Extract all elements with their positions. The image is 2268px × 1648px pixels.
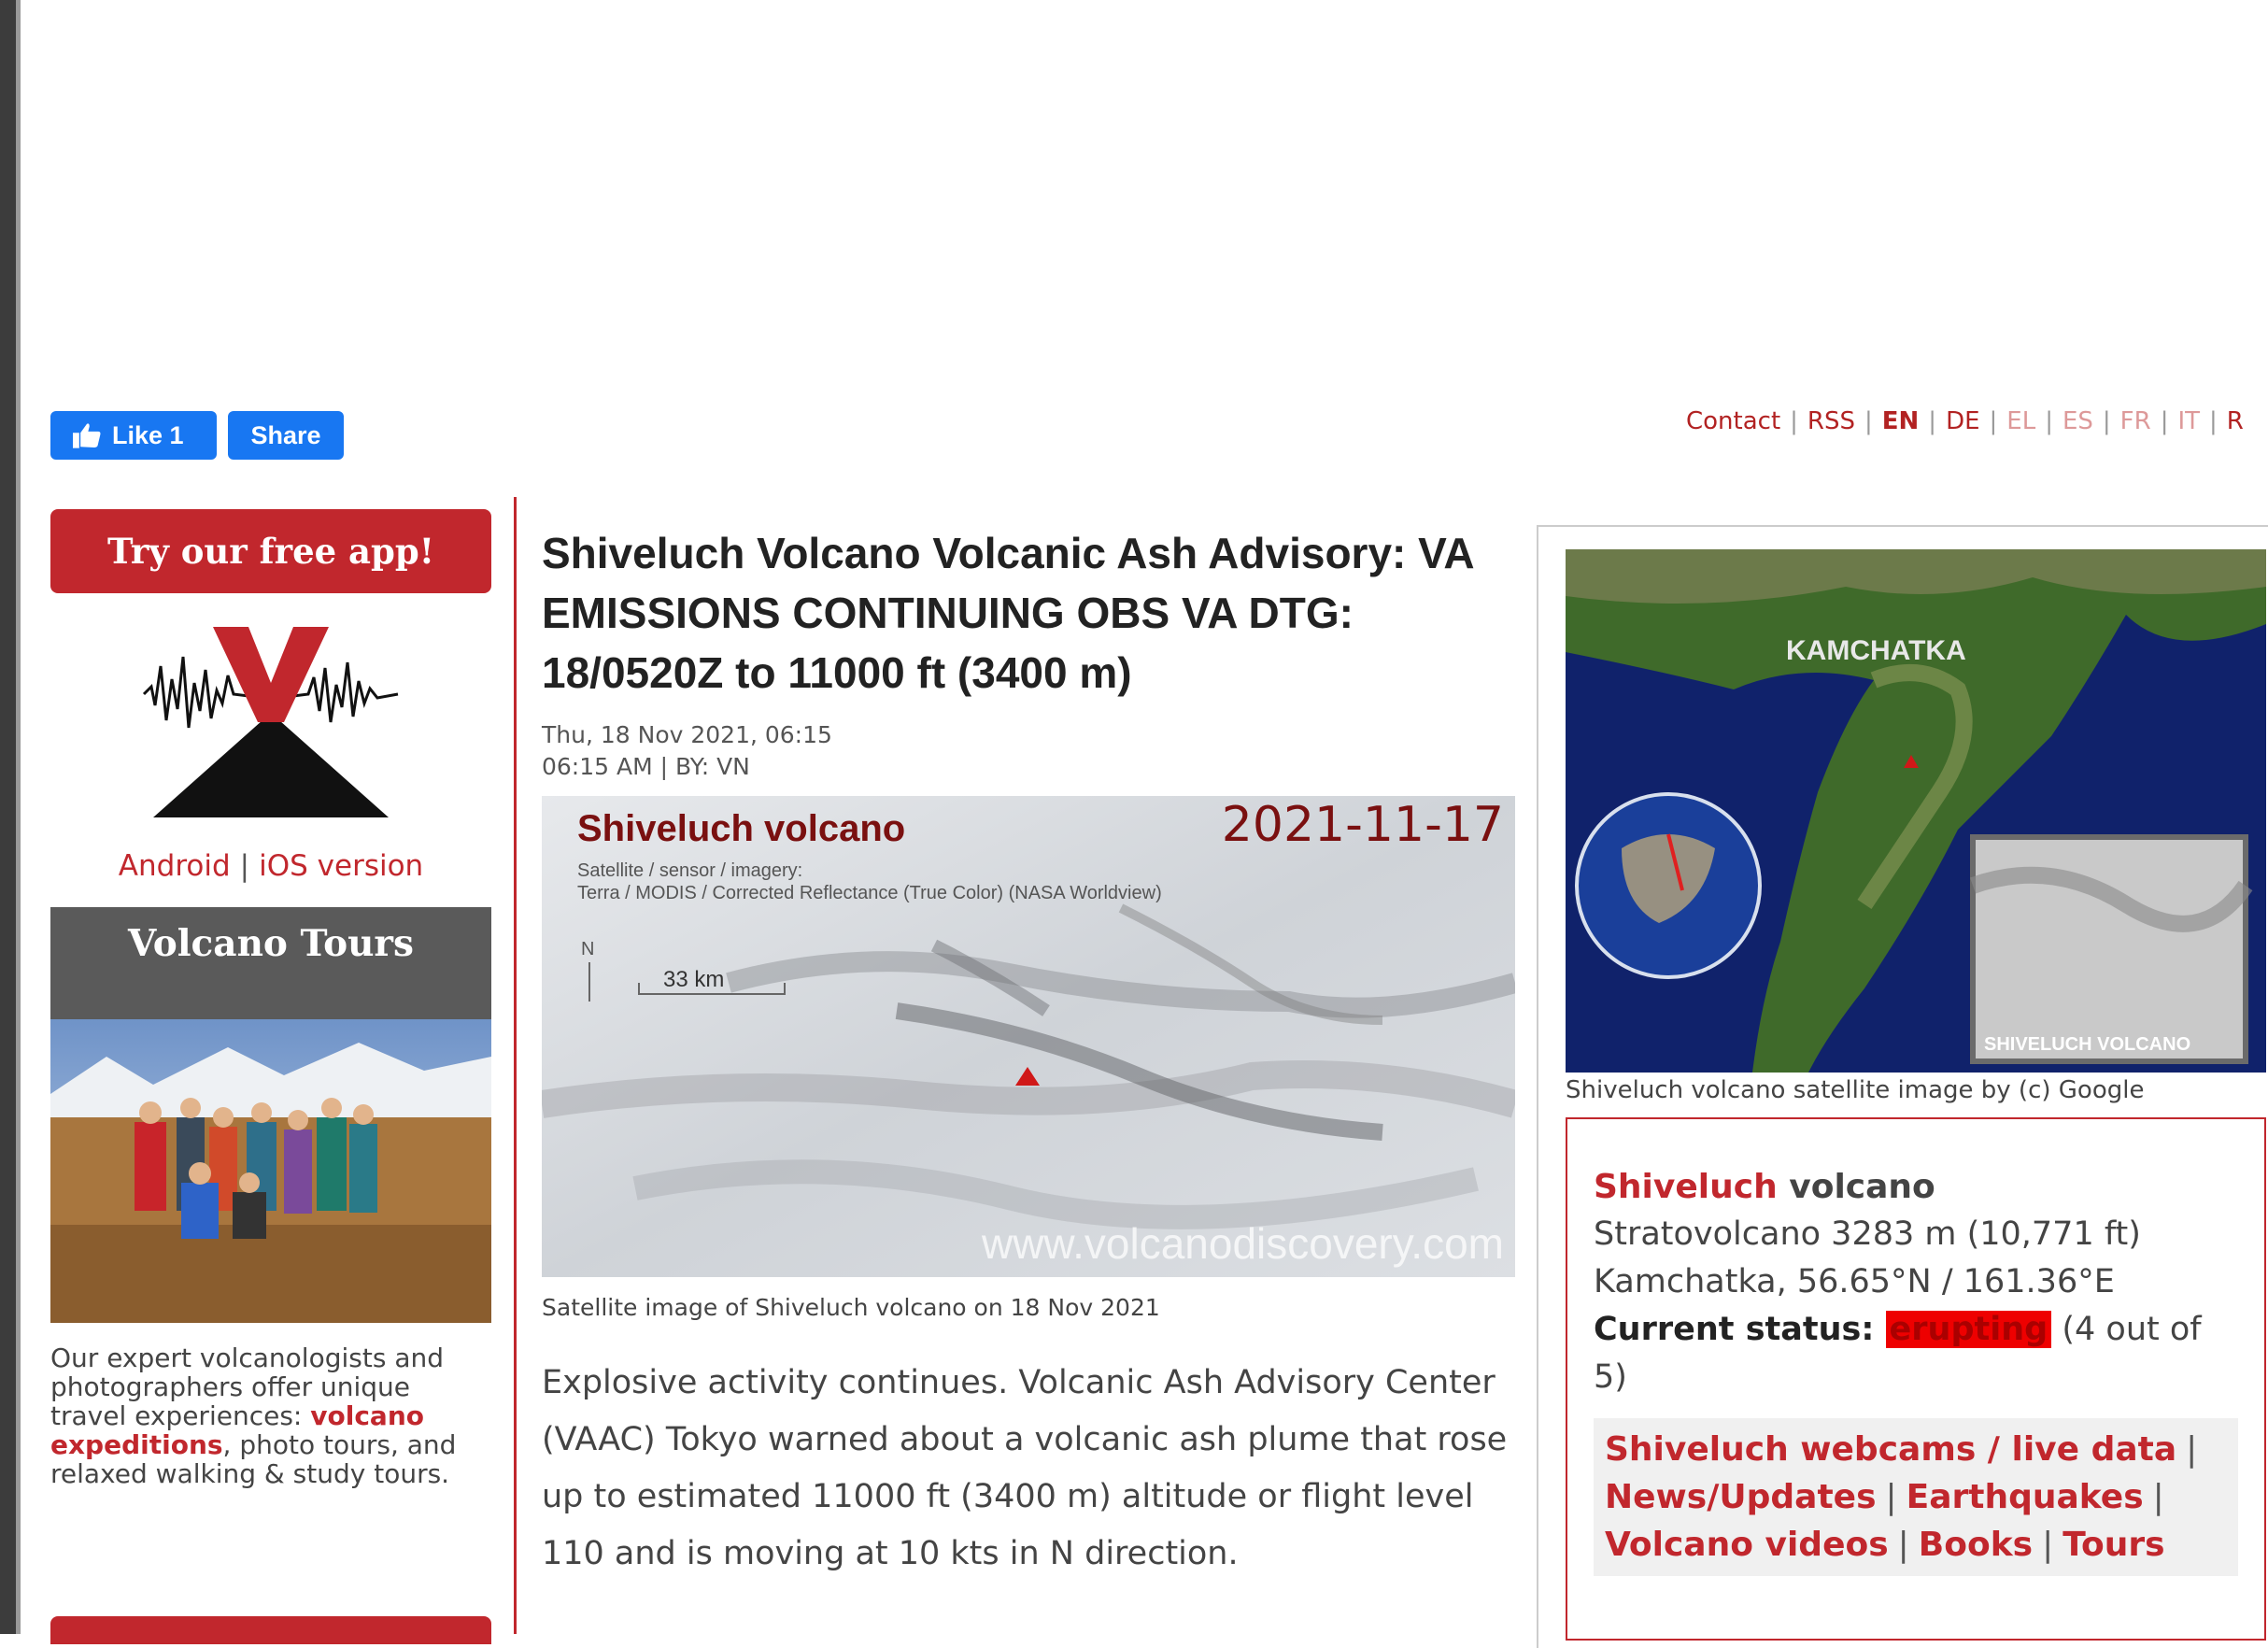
videos-link[interactable]: Volcano videos — [1605, 1526, 1889, 1564]
lang-ru-link[interactable]: R — [2227, 407, 2244, 435]
volcano-name: Shiveluch volcano — [1594, 1164, 2238, 1211]
webcams-link[interactable]: Shiveluch webcams / live data — [1605, 1430, 2176, 1469]
status-label: Current status — [1594, 1311, 1862, 1348]
left-sidebar: Try our free app! Android | iOS version Vo… — [50, 509, 491, 1488]
sat-title: Shiveluch volcano — [577, 808, 905, 849]
article: Shiveluch Volcano Volcanic Ash Advisory:… — [542, 523, 1515, 1583]
tours-group-photo[interactable] — [50, 1019, 491, 1323]
news-link[interactable]: News/Updates — [1605, 1478, 1877, 1516]
volcano-info-box: Shiveluch volcano Stratovolcano 3283 m (… — [1566, 1117, 2266, 1641]
thumbs-up-icon — [73, 423, 101, 448]
sat-watermark: www.volcanodiscovery.com — [981, 1219, 1504, 1268]
article-body: Explosive activity continues. Volcanic A… — [542, 1364, 1508, 1572]
volcano-name-suffix: volcano — [1777, 1168, 1935, 1206]
kamchatka-map-graphic: KAMCHATKA SHIVELUCH VOLCANO — [1566, 549, 2266, 1073]
rss-link[interactable]: RSS — [1807, 407, 1855, 435]
article-title: Shiveluch Volcano Volcanic Ash Advisory:… — [542, 529, 1473, 697]
ios-link[interactable]: iOS version — [259, 849, 423, 883]
volcano-type: Stratovolcano 3283 m (10,771 ft) — [1594, 1215, 2141, 1253]
books-link[interactable]: Books — [1919, 1526, 2033, 1564]
language-nav: Contact | RSS | EN | DE | EL | ES | FR | IT | R — [1686, 407, 2244, 435]
lang-de-link[interactable]: DE — [1946, 407, 1979, 435]
contact-link[interactable]: Contact — [1686, 407, 1780, 435]
facebook-share-button[interactable]: Share — [228, 411, 344, 460]
volcano-location: Kamchatka, 56.65°N / 161.36°E — [1594, 1263, 2115, 1300]
article-datetime: Thu, 18 Nov 2021, 06:15 — [542, 721, 832, 748]
map-caption: Shiveluch volcano satellite image by (c)… — [1566, 1076, 2145, 1104]
volcano-links-box: Shiveluch webcams / live data | News/Upda… — [1594, 1418, 2238, 1576]
like-label: Like 1 — [112, 420, 184, 449]
volcano-tours-heading[interactable]: Volcano Tours — [50, 907, 491, 1019]
free-app-label: Try our free app! — [106, 531, 434, 572]
tours-description: Our expert volcanologists and photograph… — [50, 1343, 491, 1488]
status-badge: erupting — [1885, 1311, 2052, 1348]
window-edge — [0, 0, 21, 1634]
satellite-image-graphic: Shiveluch volcano 2021-11-17 Satellite /… — [542, 796, 1515, 1277]
volcano-app-logo — [142, 627, 399, 817]
lang-en-link[interactable]: EN — [1882, 407, 1920, 435]
volcano-name-link[interactable]: Shiveluch — [1594, 1168, 1778, 1206]
column-divider — [514, 497, 517, 1634]
sat-date: 2021-11-17 — [1222, 797, 1504, 853]
article-time-author: 06:15 AM | BY: VN — [542, 753, 750, 780]
facebook-like-button[interactable]: Like 1 — [50, 411, 217, 460]
lang-it-link[interactable]: IT — [2177, 407, 2200, 435]
earthquakes-link[interactable]: Earthquakes — [1907, 1478, 2144, 1516]
map-inset-label: SHIVELUCH VOLCANO — [1984, 1034, 2190, 1055]
article-date: Thu, 18 Nov 2021, 06:15 06:15 AM | BY: V… — [542, 719, 1515, 783]
sat-north-label: N — [581, 939, 594, 959]
share-label: Share — [250, 420, 321, 449]
lang-es-link[interactable]: ES — [2062, 407, 2093, 435]
facebook-bar: Like 1 Share — [50, 411, 344, 460]
lang-fr-link[interactable]: FR — [2120, 407, 2151, 435]
volcano-status: Current status: erupting (4 out of 5) — [1594, 1311, 2202, 1396]
sat-meta-2: Terra / MODIS / Corrected Reflectance (T… — [577, 883, 1162, 903]
app-store-links: Android | iOS version — [118, 849, 424, 883]
android-link[interactable]: Android — [119, 849, 231, 883]
map-region-label: KAMCHATKA — [1786, 635, 1966, 666]
free-app-button[interactable]: Try our free app! — [50, 509, 491, 593]
kamchatka-map-image[interactable]: KAMCHATKA SHIVELUCH VOLCANO — [1566, 549, 2266, 1073]
tours-link[interactable]: Tours — [2062, 1526, 2164, 1564]
lang-el-link[interactable]: EL — [2006, 407, 2035, 435]
sidebar-next-button[interactable] — [50, 1616, 491, 1644]
sat-scale-label: 33 km — [663, 967, 724, 992]
sat-meta-1: Satellite / sensor / imagery: — [577, 860, 802, 881]
satellite-caption: Satellite image of Shiveluch volcano on … — [542, 1294, 1160, 1321]
volcano-tours-label: Volcano Tours — [128, 922, 414, 965]
satellite-image[interactable]: Shiveluch volcano 2021-11-17 Satellite /… — [542, 796, 1515, 1277]
